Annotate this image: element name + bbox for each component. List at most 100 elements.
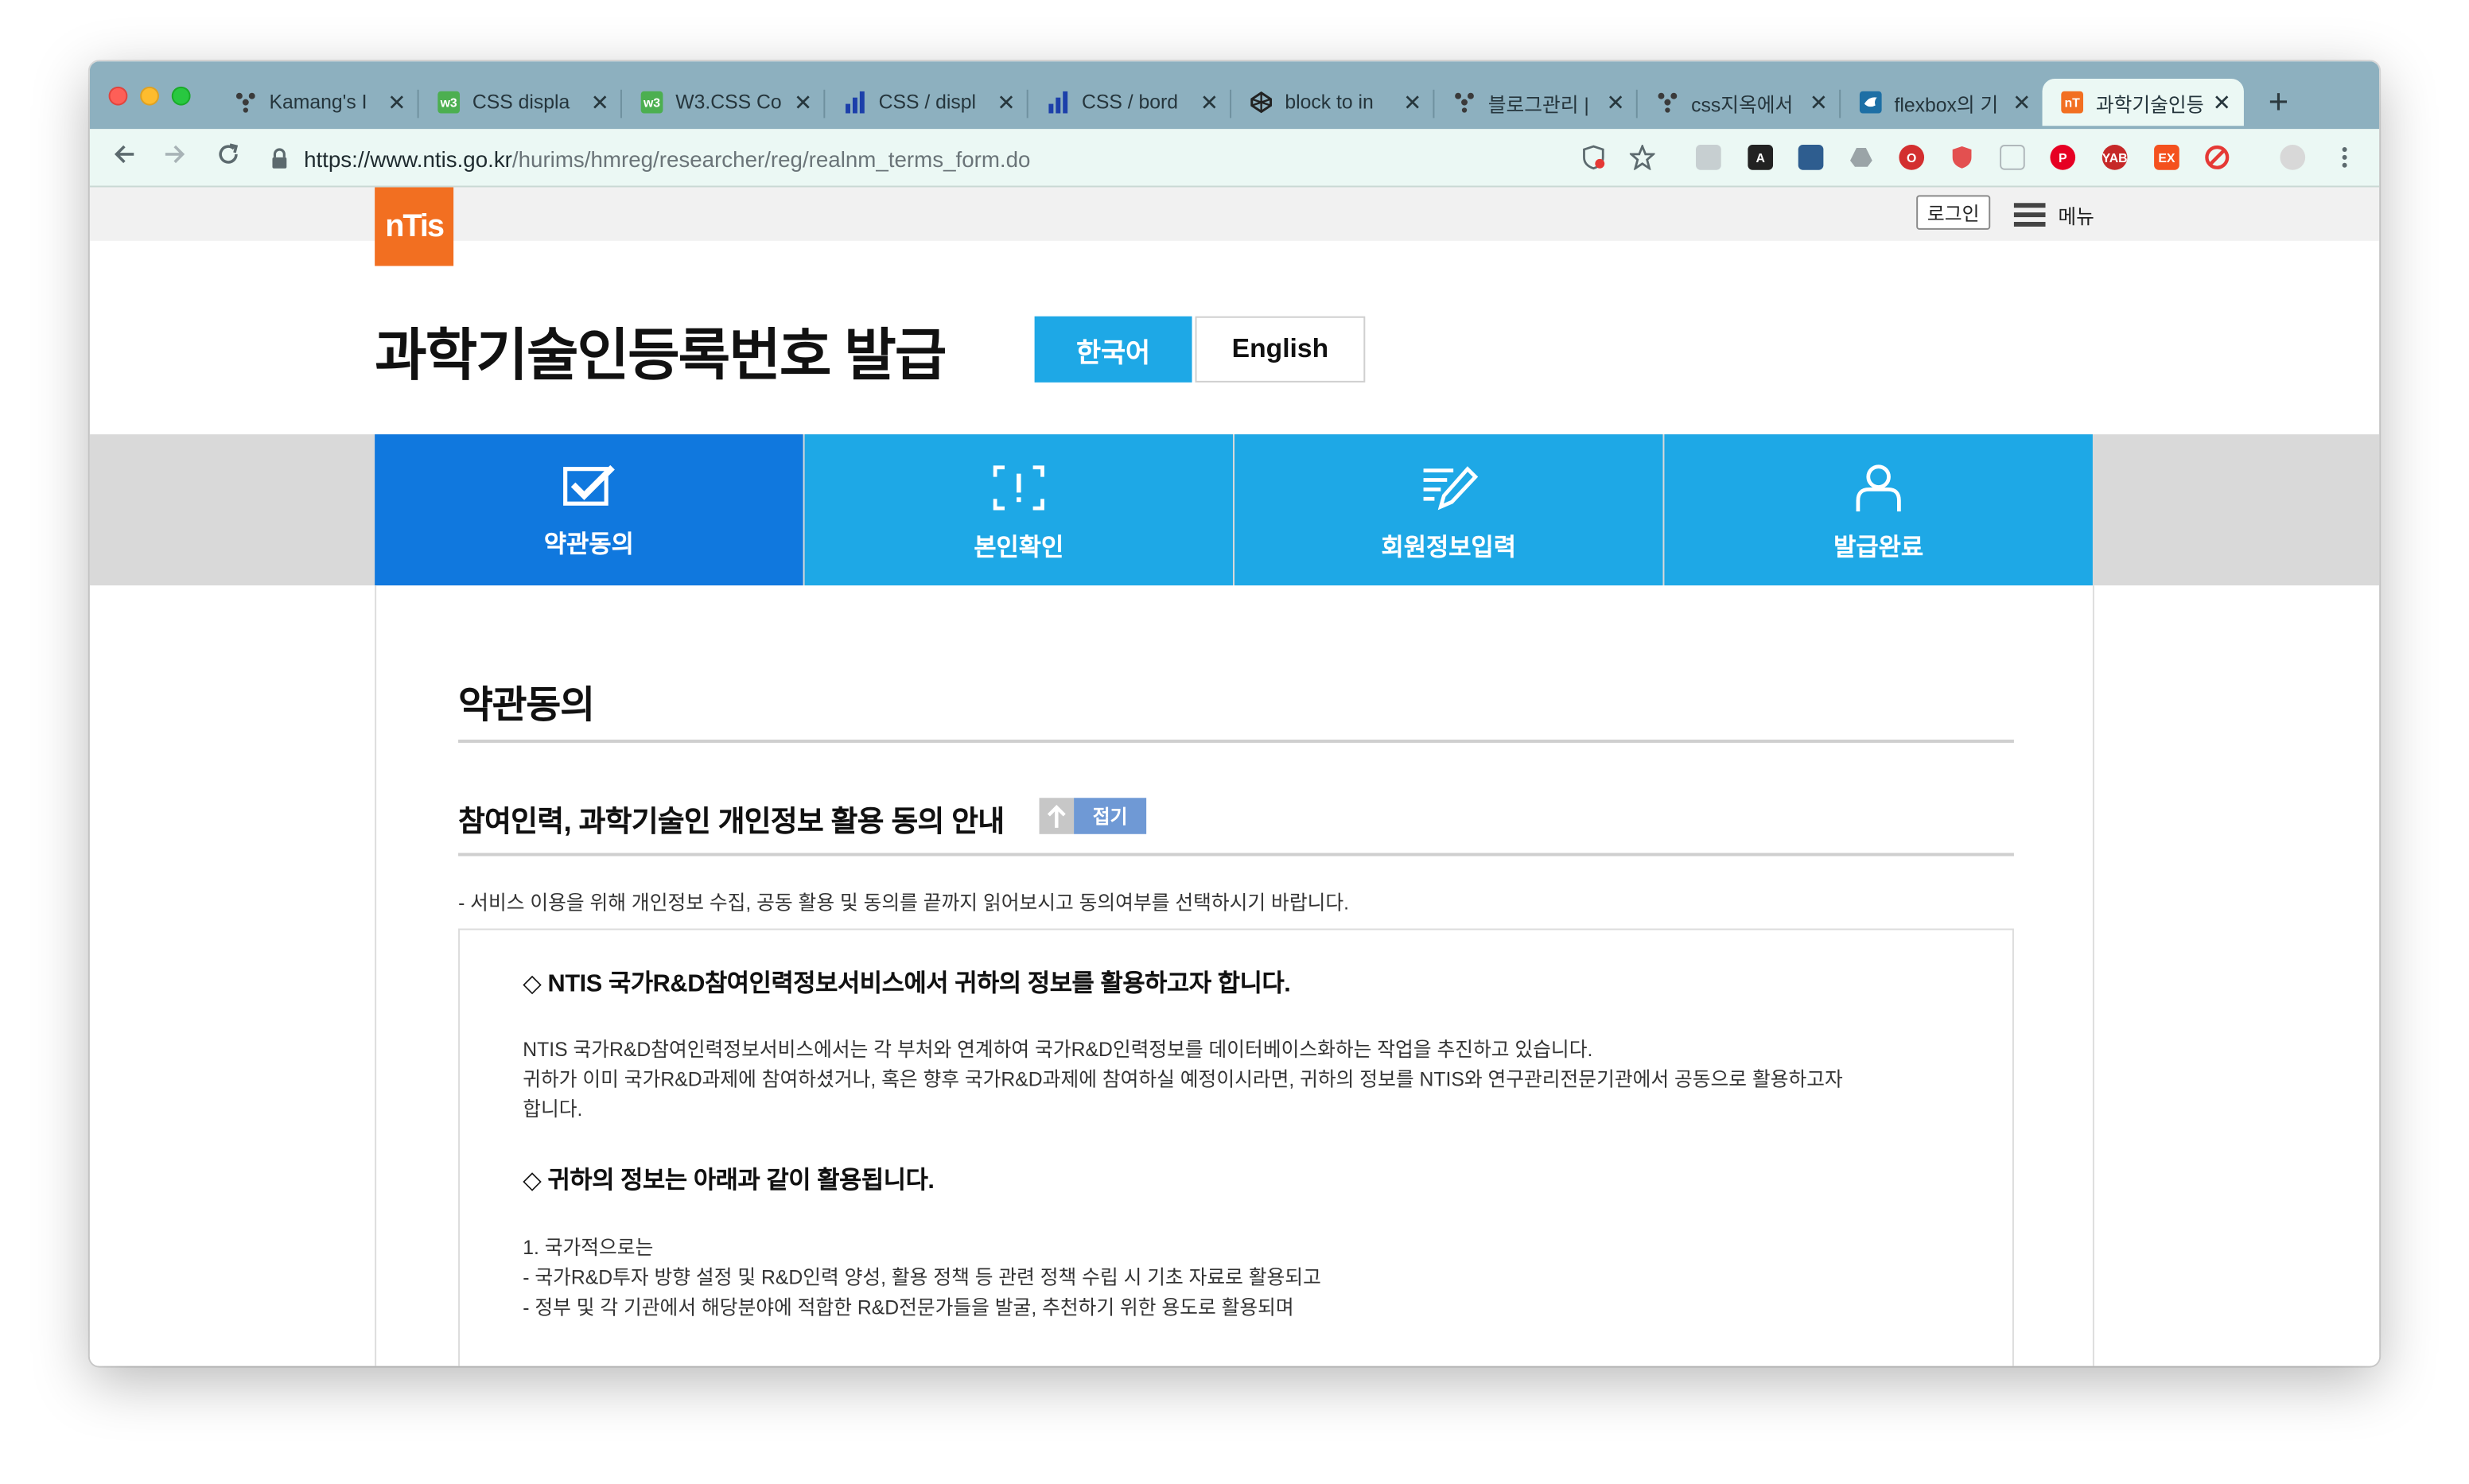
opera-icon[interactable]: O — [1899, 145, 1925, 170]
divider — [458, 740, 2014, 743]
profile-avatar-icon[interactable] — [2280, 145, 2306, 170]
reload-button[interactable] — [212, 142, 244, 175]
more-menu-icon[interactable] — [2332, 145, 2358, 170]
drive-icon[interactable] — [1849, 145, 1874, 170]
page-title: 과학기술인등록번호 발급 — [375, 322, 947, 387]
lock-icon — [270, 147, 288, 169]
browser-tab[interactable]: block to in ✕ — [1231, 79, 1435, 126]
tab-title: block to in — [1285, 91, 1374, 114]
arrow-up-icon — [1039, 798, 1075, 834]
browser-tab[interactable]: CSS / bord ✕ — [1028, 79, 1232, 126]
guide-text: - 서비스 이용을 위해 개인정보 수집, 공동 활용 및 동의를 끝까지 읽어… — [458, 892, 1349, 915]
minimize-window-button[interactable] — [140, 86, 159, 106]
terms-paragraph: 합니다. — [523, 1098, 583, 1121]
browser-tab[interactable]: css지옥에서 ✕ — [1638, 79, 1841, 126]
w3-favicon-icon: w3 — [640, 91, 663, 114]
scan-frame-icon — [993, 465, 1044, 511]
step-label: 본인확인 — [974, 534, 1064, 562]
shield-blocked-icon[interactable] — [1581, 145, 1607, 170]
new-tab-button[interactable]: + — [2263, 82, 2295, 122]
back-button[interactable] — [109, 142, 141, 175]
browser-tab[interactable]: flexbox의 기 ✕ — [1841, 79, 2043, 126]
tab-close-icon[interactable]: ✕ — [1810, 89, 1829, 116]
lang-korean-button[interactable]: 한국어 — [1034, 316, 1192, 383]
login-button[interactable]: 로그인 — [1916, 195, 1991, 230]
browser-tab[interactable]: CSS / displ ✕ — [825, 79, 1028, 126]
tab-favicon-icon — [1657, 91, 1679, 114]
extension-icon[interactable] — [1798, 145, 1824, 170]
bookmark-star-icon[interactable] — [1629, 145, 1655, 170]
yab-extension-icon[interactable]: YAB — [2102, 145, 2128, 170]
content-panel: 약관동의 참여인력, 과학기술인 개인정보 활용 동의 안내 접기 - 서비스 … — [375, 585, 2094, 1366]
fold-button[interactable]: 접기 — [1039, 798, 1147, 834]
browser-window: Kamang's I ✕ w3 CSS displa ✕ w3 W3.CSS C… — [89, 61, 2380, 1366]
extension-icon[interactable] — [1696, 145, 1721, 170]
tab-title: CSS / bord — [1081, 91, 1179, 114]
checkbox-icon — [563, 464, 615, 506]
tab-strip: Kamang's I ✕ w3 CSS displa ✕ w3 W3.CSS C… — [89, 61, 2380, 130]
terms-heading: ◇ NTIS 국가R&D참여인력정보서비스에서 귀하의 정보를 활용하고자 합니… — [523, 970, 1291, 998]
terms-paragraph: 귀하가 이미 국가R&D과제에 참여하셨거나, 혹은 향후 국가R&D과제에 참… — [523, 1068, 1843, 1091]
browser-tab[interactable]: w3 CSS displa ✕ — [419, 79, 622, 126]
ntis-logo[interactable]: nTis — [375, 187, 454, 266]
consent-section-title: 참여인력, 과학기술인 개인정보 활용 동의 안내 — [458, 804, 1005, 837]
tab-close-icon[interactable]: ✕ — [997, 89, 1016, 116]
tab-close-icon[interactable]: ✕ — [794, 89, 813, 116]
lang-english-button[interactable]: English — [1195, 316, 1366, 383]
url-host: https://www.ntis.go.kr — [304, 146, 512, 171]
tab-close-icon[interactable]: ✕ — [387, 89, 406, 116]
fold-label: 접기 — [1074, 798, 1147, 834]
terms-box[interactable]: ◇ NTIS 국가R&D참여인력정보서비스에서 귀하의 정보를 활용하고자 합니… — [458, 928, 2014, 1366]
browser-toolbar: https://www.ntis.go.kr/hurims/hmreg/rese… — [89, 129, 2380, 188]
tab-title: flexbox의 기 — [1894, 93, 1999, 116]
tab-favicon-icon — [235, 91, 257, 114]
maximize-window-button[interactable] — [171, 86, 191, 106]
terms-heading: ◇ 귀하의 정보는 아래과 같이 활용됩니다. — [523, 1167, 935, 1195]
browser-tab-active[interactable]: nT 과학기술인등 ✕ — [2042, 78, 2244, 126]
browser-tab[interactable]: Kamang's I ✕ — [216, 79, 419, 126]
tab-close-icon[interactable]: ✕ — [1606, 89, 1625, 116]
step-member-info: 회원정보입력 — [1234, 434, 1663, 586]
divider — [458, 853, 2014, 857]
bird-favicon-icon — [1859, 91, 1882, 114]
shield-extension-icon[interactable] — [1950, 145, 1975, 170]
close-window-button[interactable] — [108, 86, 128, 106]
pinterest-icon[interactable]: P — [2050, 145, 2076, 170]
step-label: 발급완료 — [1833, 534, 1924, 562]
ntis-favicon-icon: nT — [2061, 91, 2084, 114]
tab-title: CSS displa — [472, 91, 570, 114]
tab-close-icon[interactable]: ✕ — [2012, 89, 2032, 116]
tab-close-icon[interactable]: ✕ — [590, 89, 609, 116]
section-heading: 약관동의 — [458, 684, 595, 728]
tab-title: css지옥에서 — [1691, 93, 1794, 116]
step-issue-complete: 발급완료 — [1664, 434, 2093, 586]
browser-tab[interactable]: w3 W3.CSS Co ✕ — [622, 79, 826, 126]
tab-title: 과학기술인등 — [2095, 93, 2203, 116]
bar-chart-favicon-icon — [844, 91, 866, 114]
ex-extension-icon[interactable]: EX — [2154, 145, 2179, 170]
url-text: https://www.ntis.go.kr/hurims/hmreg/rese… — [304, 146, 1030, 171]
browser-tab[interactable]: 블로그관리 | ✕ — [1434, 79, 1638, 126]
tab-favicon-icon — [1453, 91, 1476, 114]
terms-list-title: 1. 국가적으로는 — [523, 1237, 654, 1260]
step-identity-check: 본인확인 — [804, 434, 1234, 586]
tab-title: 블로그관리 | — [1487, 93, 1589, 116]
block-icon[interactable] — [2204, 145, 2230, 170]
tab-close-icon[interactable]: ✕ — [1403, 89, 1422, 116]
font-extension-icon[interactable]: A — [1748, 145, 1774, 170]
step-label: 약관동의 — [543, 531, 634, 559]
forward-button[interactable] — [159, 142, 191, 175]
menu-button[interactable]: 메뉴 — [2013, 200, 2094, 230]
bar-chart-favicon-icon — [1047, 91, 1069, 114]
window-extension-icon[interactable] — [2000, 145, 2025, 170]
tab-close-icon[interactable]: ✕ — [1200, 89, 1219, 116]
tab-title: Kamang's I — [269, 91, 367, 114]
w3-favicon-icon: w3 — [437, 91, 461, 114]
terms-paragraph: NTIS 국가R&D참여인력정보서비스에서는 각 부처와 연계하여 국가R&D인… — [523, 1039, 1593, 1061]
tab-close-icon[interactable]: ✕ — [2212, 89, 2231, 116]
logo-text: nTis — [385, 208, 445, 243]
address-bar[interactable]: https://www.ntis.go.kr/hurims/hmreg/rese… — [270, 135, 1656, 181]
edit-document-icon — [1423, 466, 1479, 511]
url-path: /hurims/hmreg/researcher/reg/realnm_term… — [511, 146, 1031, 171]
hamburger-icon — [2013, 203, 2046, 227]
